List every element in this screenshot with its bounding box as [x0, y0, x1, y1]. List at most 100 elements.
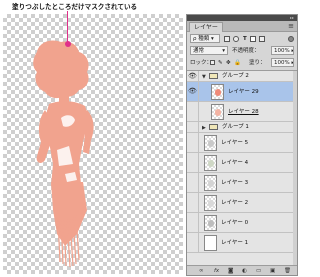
layers-panel: ▸▸ レイヤー ≡ ρ 種類 ▾ T 通常 ▾ 不透明度： 100% ▸ ロック：… [186, 14, 298, 276]
adjustment-filter-icon[interactable] [233, 36, 239, 42]
layer-thumbnail [204, 135, 217, 151]
thumbnail-figure [215, 89, 221, 96]
new-layer-icon[interactable]: ▣ [270, 267, 275, 275]
eye-icon[interactable]: 👁 [188, 158, 197, 167]
divider [198, 193, 199, 212]
divider [198, 133, 199, 152]
layer-row-group-1[interactable]: 👁 ▶ グループ 1 [187, 122, 297, 133]
layer-row-0[interactable]: 👁 レイヤー 0 [187, 213, 297, 233]
layer-thumbnail [204, 215, 217, 231]
layer-thumbnail [211, 104, 224, 120]
panel-tab-bar: レイヤー ≡ [187, 21, 297, 32]
lock-move-icon[interactable]: ✥ [226, 59, 231, 67]
blend-row: 通常 ▾ 不透明度： 100% ▸ [187, 46, 297, 56]
layer-row-group-2[interactable]: 👁 ▼ グループ 2 [187, 71, 297, 82]
layer-list: 👁 ▼ グループ 2 👁 レイヤー 29 👁 レイヤー 28 👁 ▶ グループ … [187, 70, 297, 266]
eye-icon[interactable]: 👁 [188, 123, 197, 132]
trash-icon[interactable]: 🗑 [284, 267, 291, 275]
thumbnail-sketch [208, 220, 214, 227]
fill-value: 100% [274, 60, 290, 66]
layer-thumbnail [204, 235, 217, 251]
fill-field[interactable]: 100% ▸ [271, 58, 294, 67]
layer-name: レイヤー 3 [221, 180, 249, 186]
lock-label: ロック： [190, 60, 213, 66]
collapse-icon[interactable]: ▸▸ [290, 16, 294, 20]
layer-thumbnail [211, 84, 224, 100]
painted-figure [33, 40, 94, 268]
layer-name: レイヤー 4 [221, 160, 249, 166]
layer-list-scrollbar[interactable] [293, 71, 297, 266]
search-icon: ρ [193, 36, 197, 42]
adjustment-layer-icon[interactable]: ◐ [242, 267, 247, 275]
layer-row-5[interactable]: 👁 レイヤー 5 [187, 133, 297, 153]
chevron-right-icon: ▸ [291, 48, 294, 54]
divider [198, 82, 199, 101]
filter-toggle-icon[interactable] [288, 36, 294, 42]
layer-thumbnail [204, 155, 217, 171]
new-group-icon[interactable]: ▭ [256, 267, 261, 275]
fx-button[interactable]: fx [214, 267, 219, 275]
eye-icon[interactable]: 👁 [188, 178, 197, 187]
chevron-right-icon[interactable]: ▶ [202, 125, 206, 131]
opacity-label: 不透明度： [232, 48, 260, 54]
callout-dot [64, 41, 71, 47]
opacity-field[interactable]: 100% ▸ [271, 46, 294, 55]
eye-icon[interactable]: 👁 [188, 198, 197, 207]
filter-kind-select[interactable]: ρ 種類 ▾ [190, 34, 220, 43]
thumbnail-figure [215, 109, 221, 116]
eye-icon[interactable]: 👁 [188, 238, 197, 247]
layer-filter-row: ρ 種類 ▾ T [187, 34, 297, 44]
layer-name: レイヤー 1 [221, 240, 249, 246]
text-filter-icon[interactable]: T [243, 35, 247, 43]
lock-paint-icon[interactable]: ✎ [218, 59, 223, 67]
layer-row-2[interactable]: 👁 レイヤー 2 [187, 193, 297, 213]
chevron-down-icon: ▾ [222, 48, 225, 54]
chevron-down-icon[interactable]: ▼ [202, 74, 206, 80]
smart-filter-icon[interactable] [259, 36, 265, 42]
divider [198, 122, 199, 132]
divider [198, 233, 199, 252]
lock-transparent-icon[interactable] [210, 60, 215, 65]
layer-name: レイヤー 0 [221, 220, 249, 226]
thumbnail-sketch [208, 140, 214, 147]
tab-layers[interactable]: レイヤー [189, 22, 223, 32]
folder-icon [209, 73, 218, 79]
lock-all-icon[interactable]: 🔒 [234, 59, 241, 67]
blend-mode-select[interactable]: 通常 ▾ [190, 46, 228, 55]
layers-bottom-bar: ∞ fx ◙ ◐ ▭ ▣ 🗑 [187, 265, 297, 275]
filter-kind-label: 種類 [198, 36, 210, 42]
layer-row-1[interactable]: 👁 レイヤー 1 [187, 233, 297, 253]
eye-icon[interactable]: 👁 [188, 138, 197, 147]
image-filter-icon[interactable] [224, 36, 230, 42]
shape-filter-icon[interactable] [250, 36, 256, 42]
eye-icon[interactable]: 👁 [188, 107, 197, 116]
chevron-down-icon: ▾ [211, 36, 214, 42]
thumbnail-sketch [208, 160, 214, 167]
layer-row-28[interactable]: 👁 レイヤー 28 [187, 102, 297, 122]
add-mask-icon[interactable]: ◙ [228, 267, 233, 275]
layer-row-4[interactable]: 👁 レイヤー 4 [187, 153, 297, 173]
thumbnail-sketch [208, 200, 214, 207]
divider [198, 153, 199, 172]
lock-row: ロック： ✎ ✥ 🔒 塗り： 100% ▸ [187, 58, 297, 68]
eye-icon[interactable]: 👁 [188, 87, 197, 96]
layer-thumbnail [204, 175, 217, 191]
layer-row-29[interactable]: 👁 レイヤー 29 [187, 82, 297, 102]
divider [198, 102, 199, 121]
layer-row-3[interactable]: 👁 レイヤー 3 [187, 173, 297, 193]
layer-name: レイヤー 2 [221, 200, 249, 206]
folder-icon [209, 124, 218, 130]
layer-name: グループ 1 [222, 124, 249, 130]
eye-icon[interactable]: 👁 [188, 72, 197, 81]
document-canvas[interactable] [3, 14, 183, 274]
layer-name: グループ 2 [222, 73, 249, 79]
panel-menu-icon[interactable]: ≡ [288, 22, 294, 31]
eye-icon[interactable]: 👁 [188, 218, 197, 227]
layer-name: レイヤー 5 [221, 140, 249, 146]
divider [198, 213, 199, 232]
layer-name: レイヤー 29 [228, 89, 259, 95]
chevron-right-icon: ▸ [291, 60, 294, 66]
link-layers-icon[interactable]: ∞ [199, 267, 204, 275]
thumbnail-sketch [208, 180, 214, 187]
annotation-caption: 塗りつぶしたところだけマスクされている [12, 3, 138, 11]
